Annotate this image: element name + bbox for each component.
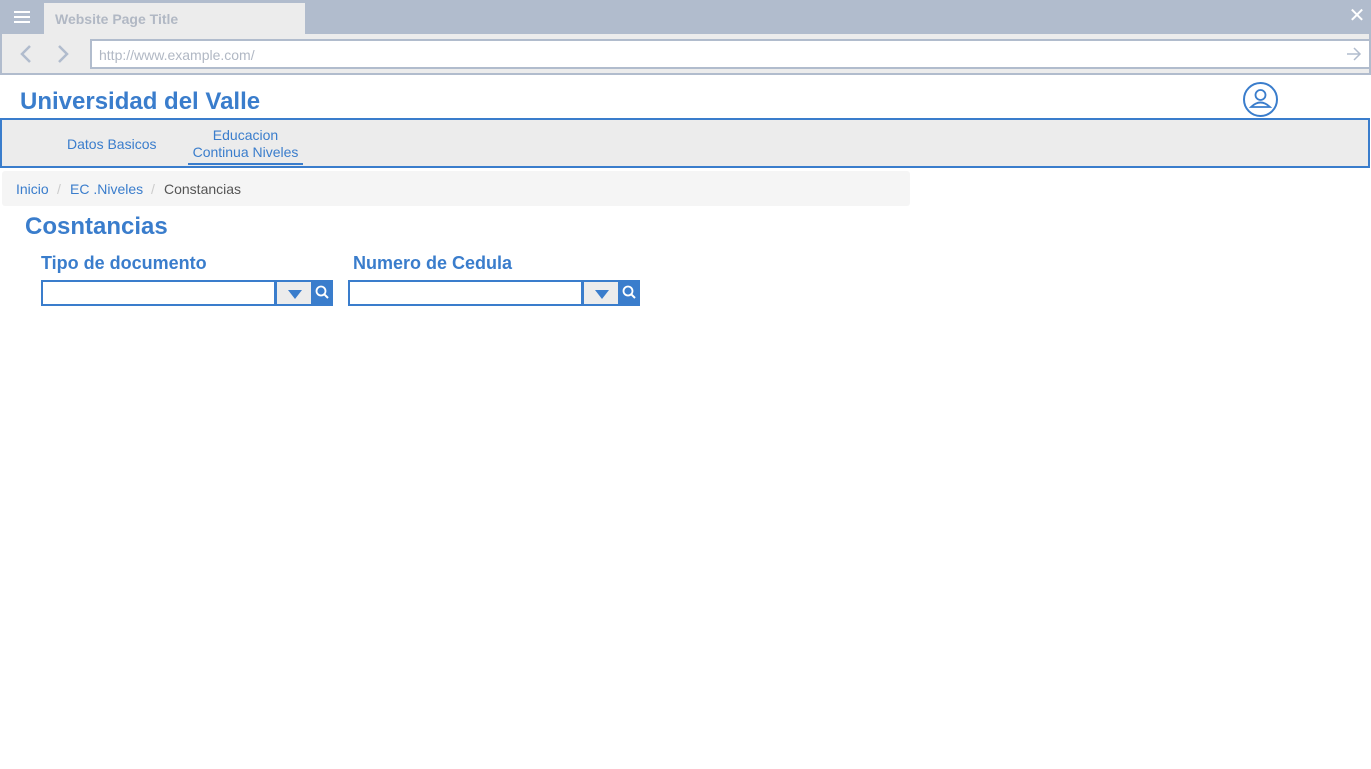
- url-text: http://www.example.com/: [99, 47, 255, 63]
- url-field[interactable]: http://www.example.com/: [90, 39, 1371, 69]
- tab-title: Website Page Title: [55, 11, 179, 27]
- browser-nav-bar: http://www.example.com/: [0, 34, 1371, 75]
- nav-item-label-line1: Educacion: [212, 127, 279, 143]
- nav-item-datos-basicos[interactable]: Datos Basicos: [67, 136, 156, 153]
- back-arrow-icon[interactable]: [17, 43, 37, 65]
- nav-item-educacion-continua[interactable]: Educacion Continua Niveles: [188, 127, 303, 165]
- breadcrumb-constancias: Constancias: [164, 181, 242, 197]
- main-nav: Datos Basicos Educacion Continua Niveles: [0, 118, 1370, 168]
- nav-item-label-line2: Continua Niveles: [192, 144, 299, 160]
- breadcrumb-separator: /: [57, 181, 61, 197]
- dropdown-icon: [288, 290, 302, 299]
- go-arrow-icon[interactable]: [1345, 45, 1363, 63]
- close-icon[interactable]: ✕: [1348, 6, 1366, 26]
- numero-cedula-input[interactable]: [348, 280, 583, 306]
- numero-cedula-label: Numero de Cedula: [353, 253, 513, 273]
- browser-tab[interactable]: Website Page Title: [44, 3, 305, 34]
- tipo-documento-dropdown[interactable]: [275, 280, 312, 306]
- page-title: Cosntancias: [25, 213, 168, 240]
- menu-icon[interactable]: [8, 6, 36, 28]
- browser-tab-bar: Website Page Title ✕: [0, 0, 1371, 34]
- breadcrumb: Inicio / EC .Niveles / Constancias: [2, 171, 910, 206]
- tipo-documento-label: Tipo de documento: [41, 253, 207, 273]
- breadcrumb-separator: /: [151, 181, 155, 197]
- numero-cedula-dropdown[interactable]: [582, 280, 619, 306]
- site-title: Universidad del Valle: [20, 88, 261, 115]
- dropdown-icon: [595, 290, 609, 299]
- tipo-documento-input[interactable]: [41, 280, 276, 306]
- numero-cedula-combo: [348, 280, 640, 306]
- forward-arrow-icon[interactable]: [52, 43, 72, 65]
- tipo-documento-combo: [41, 280, 333, 306]
- search-icon[interactable]: [618, 280, 640, 306]
- search-icon[interactable]: [311, 280, 333, 306]
- breadcrumb-ec-niveles[interactable]: EC .Niveles: [70, 181, 143, 197]
- breadcrumb-inicio[interactable]: Inicio: [16, 181, 49, 197]
- user-icon[interactable]: [1242, 82, 1279, 117]
